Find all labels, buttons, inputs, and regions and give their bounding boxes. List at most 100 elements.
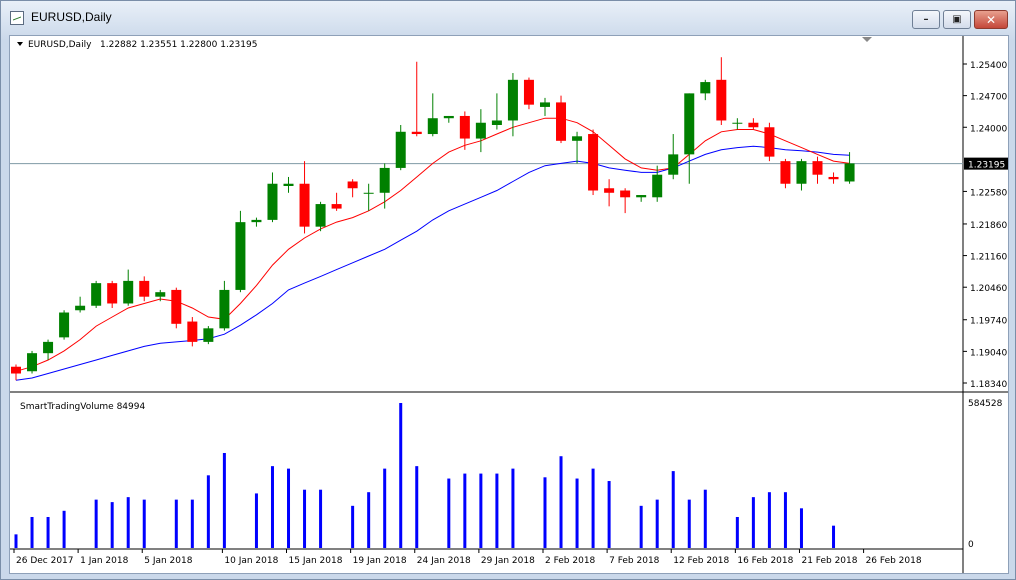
candle[interactable]: [203, 326, 214, 345]
candle-body: [748, 122, 759, 128]
candle[interactable]: [331, 192, 342, 211]
volume-bar: [222, 452, 226, 548]
minimize-icon: –: [923, 14, 929, 25]
candle[interactable]: [427, 93, 438, 137]
candle[interactable]: [267, 172, 278, 223]
volume-bar: [447, 478, 451, 548]
candle[interactable]: [556, 95, 567, 144]
candle[interactable]: [796, 158, 807, 191]
candle[interactable]: [636, 195, 647, 202]
candle[interactable]: [539, 97, 550, 116]
candle[interactable]: [395, 124, 406, 171]
title-bar[interactable]: EURUSD,Daily – ▣ ✕: [1, 1, 1015, 37]
candle-body: [267, 183, 278, 220]
time-tick-label: 24 Jan 2018: [417, 556, 471, 566]
candle[interactable]: [411, 61, 422, 137]
candle[interactable]: [572, 131, 583, 164]
volume-max-label: 584528: [968, 399, 1003, 409]
candle[interactable]: [668, 134, 679, 180]
candle[interactable]: [844, 152, 855, 184]
candle[interactable]: [588, 129, 599, 196]
shift-marker-icon[interactable]: [862, 37, 872, 42]
candle[interactable]: [43, 339, 54, 360]
candle[interactable]: [812, 156, 823, 184]
candle[interactable]: [491, 93, 502, 130]
candle[interactable]: [475, 109, 486, 153]
volume-bar: [351, 505, 355, 548]
candle[interactable]: [604, 179, 615, 207]
candle[interactable]: [107, 280, 118, 308]
candle[interactable]: [700, 79, 711, 101]
volume-zero-label: 0: [968, 540, 974, 550]
dropdown-icon[interactable]: [17, 42, 23, 46]
price-tick-label: 1.22580: [970, 188, 1007, 198]
candle[interactable]: [523, 77, 534, 110]
indicator-label: SmartTradingVolume 84994: [20, 402, 145, 412]
candle-body: [523, 79, 534, 105]
candle[interactable]: [347, 179, 358, 198]
candle-body: [764, 127, 775, 157]
maximize-button[interactable]: ▣: [943, 10, 971, 29]
price-tick-label: 1.19040: [970, 348, 1007, 358]
candle[interactable]: [75, 296, 86, 313]
candle[interactable]: [299, 161, 310, 234]
candle[interactable]: [780, 158, 791, 189]
candle[interactable]: [283, 176, 294, 193]
candle[interactable]: [620, 188, 631, 214]
candle[interactable]: [219, 280, 230, 331]
candle-body: [475, 122, 486, 139]
volume-bar: [367, 492, 371, 548]
time-tick-label: 19 Jan 2018: [353, 556, 407, 566]
minimize-button[interactable]: –: [912, 10, 940, 29]
symbol-label: EURUSD,Daily: [28, 40, 92, 50]
candle[interactable]: [251, 217, 262, 227]
volume-bar: [495, 473, 499, 548]
candle[interactable]: [748, 118, 759, 130]
candle-body: [299, 183, 310, 227]
candle[interactable]: [716, 57, 727, 125]
price-tick-label: 1.24700: [970, 93, 1007, 103]
time-tick-label: 15 Jan 2018: [289, 556, 343, 566]
chart-canvas[interactable]: EURUSD,Daily 1.22882 1.23551 1.22800 1.2…: [10, 36, 1008, 573]
chart-area[interactable]: EURUSD,Daily 1.22882 1.23551 1.22800 1.2…: [9, 35, 1009, 574]
close-button[interactable]: ✕: [974, 10, 1008, 29]
candle[interactable]: [123, 269, 134, 306]
candle[interactable]: [235, 210, 246, 293]
volume-bar: [383, 468, 387, 548]
candle[interactable]: [443, 115, 454, 123]
candle[interactable]: [59, 310, 70, 340]
candle-body: [668, 154, 679, 175]
candle-body: [636, 195, 647, 198]
candle[interactable]: [828, 172, 839, 184]
volume-bar: [511, 468, 515, 548]
candle[interactable]: [363, 183, 374, 211]
candle[interactable]: [764, 122, 775, 162]
candle[interactable]: [139, 276, 150, 302]
candle-body: [91, 283, 102, 306]
candle[interactable]: [684, 93, 695, 184]
candle[interactable]: [91, 280, 102, 308]
candle-body: [443, 115, 454, 119]
candle[interactable]: [315, 201, 326, 232]
volume-bar: [783, 492, 787, 548]
ma-slow-line: [15, 145, 850, 381]
candle[interactable]: [27, 350, 38, 374]
volume-bar: [767, 492, 771, 548]
volume-bar: [30, 516, 34, 548]
candle-body: [155, 292, 166, 297]
candle-body: [187, 321, 198, 342]
candle-body: [427, 118, 438, 135]
volume-bar: [735, 516, 739, 548]
volume-bar: [190, 499, 194, 548]
volume-bar: [174, 499, 178, 548]
candle[interactable]: [11, 364, 21, 381]
volume-bar: [126, 497, 130, 548]
candle[interactable]: [379, 163, 390, 209]
candle[interactable]: [187, 317, 198, 347]
volume-bar: [14, 534, 18, 548]
candle[interactable]: [171, 287, 182, 329]
candle[interactable]: [732, 118, 743, 130]
candle-body: [123, 280, 134, 304]
volume-bar: [575, 478, 579, 548]
time-tick-label: 12 Feb 2018: [673, 556, 729, 566]
